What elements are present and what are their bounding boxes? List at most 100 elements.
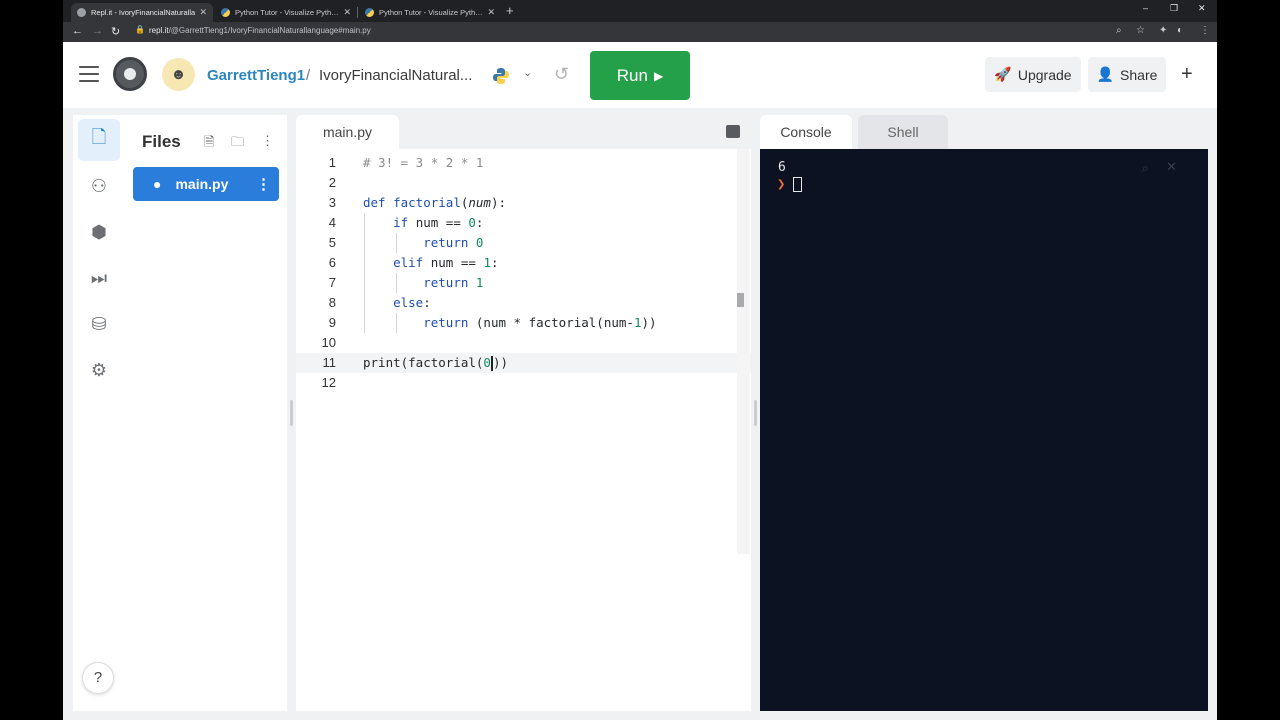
zoom-icon[interactable]: ⌕: [1116, 25, 1122, 36]
code-line[interactable]: 3 def factorial(num):: [296, 193, 751, 213]
replit-favicon-icon: [77, 8, 86, 17]
close-tab-icon[interactable]: ✕: [343, 7, 351, 18]
code-line[interactable]: 11 print(factorial(0)): [296, 353, 751, 373]
code-line[interactable]: 12: [296, 373, 751, 393]
menu-icon[interactable]: [79, 66, 99, 82]
back-arrow-icon[interactable]: ←: [72, 25, 83, 37]
bookmark-star-icon[interactable]: ☆: [1136, 25, 1145, 36]
code-text: return 1: [423, 275, 484, 290]
share-label: Share: [1120, 66, 1158, 83]
text-cursor: [490, 356, 493, 371]
rocket-icon: 🚀: [994, 66, 1012, 82]
code-line[interactable]: 7 return 1: [296, 273, 751, 293]
pane-resize-handle[interactable]: [754, 400, 757, 426]
line-number: 9: [328, 315, 336, 330]
code-text: def factorial(num):: [363, 195, 507, 210]
tab-title: Repl.it - IvoryFinancialNaturalla: [91, 8, 196, 17]
settings-button[interactable]: ⚙: [78, 349, 120, 391]
browser-tab-python-tutor-1[interactable]: Python Tutor - Visualize Python, ✕: [215, 3, 357, 22]
code-line[interactable]: 6 elif num == 1:: [296, 253, 751, 273]
search-icon[interactable]: ⌕: [1142, 161, 1149, 176]
line-number: 4: [328, 215, 336, 230]
lock-icon: 🔒: [135, 25, 145, 34]
help-button[interactable]: ?: [82, 662, 114, 694]
code-line[interactable]: 10: [296, 333, 751, 353]
console-cursor: [793, 177, 802, 192]
editor-tab-bar: main.py: [296, 115, 751, 149]
debugger-button[interactable]: ⏭: [78, 257, 120, 299]
python-favicon-icon: [365, 8, 374, 17]
close-icon[interactable]: ✕: [1166, 159, 1177, 175]
restore-button[interactable]: ❐: [1170, 3, 1178, 14]
line-number: 8: [328, 295, 336, 310]
add-button[interactable]: +: [1181, 63, 1193, 86]
database-button[interactable]: ⛁: [78, 303, 120, 345]
file-icon: 🗋: [91, 127, 107, 147]
extensions-icon[interactable]: ✦: [1159, 25, 1167, 36]
gear-icon: ⚙: [90, 359, 108, 380]
code-text: # 3! = 3 * 2 * 1: [363, 155, 484, 170]
share-button[interactable]: 👤 Share: [1088, 57, 1166, 92]
code-text: else:: [393, 295, 431, 310]
files-pane: Files 🗎 🗀 ⋮ ● main.py ⋮: [125, 115, 287, 711]
pane-resize-handle[interactable]: [290, 400, 293, 426]
screen: Repl.it - IvoryFinancialNaturalla ✕ Pyth…: [0, 0, 1280, 720]
url-path: /@GarrettTieng1/IvoryFinancialNaturallan…: [168, 26, 371, 35]
file-menu-icon[interactable]: ⋮: [256, 175, 271, 193]
code-text: return 0: [423, 235, 484, 250]
tab-console[interactable]: Console: [760, 115, 852, 149]
replit-logo-icon[interactable]: [113, 57, 147, 91]
new-folder-icon[interactable]: 🗀: [231, 133, 244, 155]
code-line[interactable]: 2: [296, 173, 751, 193]
code-line[interactable]: 8 else:: [296, 293, 751, 313]
file-item-main-py[interactable]: ● main.py ⋮: [133, 167, 279, 201]
reload-icon[interactable]: ↻: [111, 25, 120, 38]
close-window-button[interactable]: ✕: [1198, 3, 1206, 14]
editor-layout-icon[interactable]: [726, 125, 740, 138]
code-line[interactable]: 4 if num == 0:: [296, 213, 751, 233]
python-file-icon: ●: [153, 176, 162, 192]
files-title: Files: [142, 132, 181, 151]
tab-separator: [357, 7, 358, 18]
python-favicon-icon: [221, 8, 230, 17]
browser-tab-replit[interactable]: Repl.it - IvoryFinancialNaturalla ✕: [71, 3, 213, 22]
repl-name[interactable]: IvoryFinancialNatural...: [319, 67, 472, 84]
sidebar-rail: 🗋 ⚇ ⬢ ⏭ ⛁ ⚙ ?: [73, 115, 125, 711]
files-tool-button[interactable]: 🗋: [78, 119, 120, 161]
browser-tab-python-tutor-2[interactable]: Python Tutor - Visualize Python, ✕: [359, 3, 501, 22]
tab-shell[interactable]: Shell: [858, 115, 948, 149]
history-icon[interactable]: ↺: [554, 64, 569, 85]
add-user-icon: 👤: [1096, 66, 1115, 82]
version-control-button[interactable]: ⚇: [78, 165, 120, 207]
browser-menu-icon[interactable]: ⋮: [1200, 25, 1210, 36]
console-pane: Console Shell 6 ❯ ⌕ ✕: [760, 115, 1208, 711]
code-line[interactable]: 5 return 0: [296, 233, 751, 253]
tab-title: Python Tutor - Visualize Python,: [379, 8, 484, 17]
line-number: 5: [328, 235, 336, 250]
forward-arrow-icon[interactable]: →: [92, 25, 103, 37]
line-number: 11: [322, 355, 337, 370]
editor-scrollbar[interactable]: [737, 293, 744, 307]
avatar[interactable]: ☻: [162, 58, 195, 91]
new-tab-button[interactable]: +: [506, 3, 514, 18]
packages-button[interactable]: ⬢: [78, 211, 120, 253]
browser-window: Repl.it - IvoryFinancialNaturalla ✕ Pyth…: [63, 0, 1217, 720]
upgrade-button[interactable]: 🚀 Upgrade: [985, 57, 1081, 92]
console-output-area[interactable]: 6 ❯ ⌕ ✕: [760, 149, 1208, 711]
close-tab-icon[interactable]: ✕: [199, 7, 207, 18]
code-line[interactable]: 1 # 3! = 3 * 2 * 1: [296, 153, 751, 173]
app-header: ☻ GarrettTieng1 / IvoryFinancialNatural.…: [63, 42, 1217, 108]
url-field[interactable]: repl.it/@GarrettTieng1/IvoryFinancialNat…: [149, 26, 371, 35]
chevron-down-icon[interactable]: ⌄: [523, 66, 532, 79]
code-line[interactable]: 9 return (num * factorial(num-1)): [296, 313, 751, 333]
run-button[interactable]: Run ▶: [590, 51, 690, 100]
new-file-icon[interactable]: 🗎: [204, 133, 214, 155]
username-link[interactable]: GarrettTieng1: [207, 67, 305, 84]
tab-main-py[interactable]: main.py: [296, 115, 399, 149]
profile-icon[interactable]: ◐: [1177, 25, 1183, 36]
close-tab-icon[interactable]: ✕: [487, 7, 495, 18]
files-menu-icon[interactable]: ⋮: [261, 133, 274, 149]
code-area[interactable]: 1 # 3! = 3 * 2 * 1 2 3 def factorial(num): 4 …: [296, 149, 751, 569]
line-number: 2: [328, 175, 336, 190]
minimize-button[interactable]: –: [1143, 3, 1148, 13]
